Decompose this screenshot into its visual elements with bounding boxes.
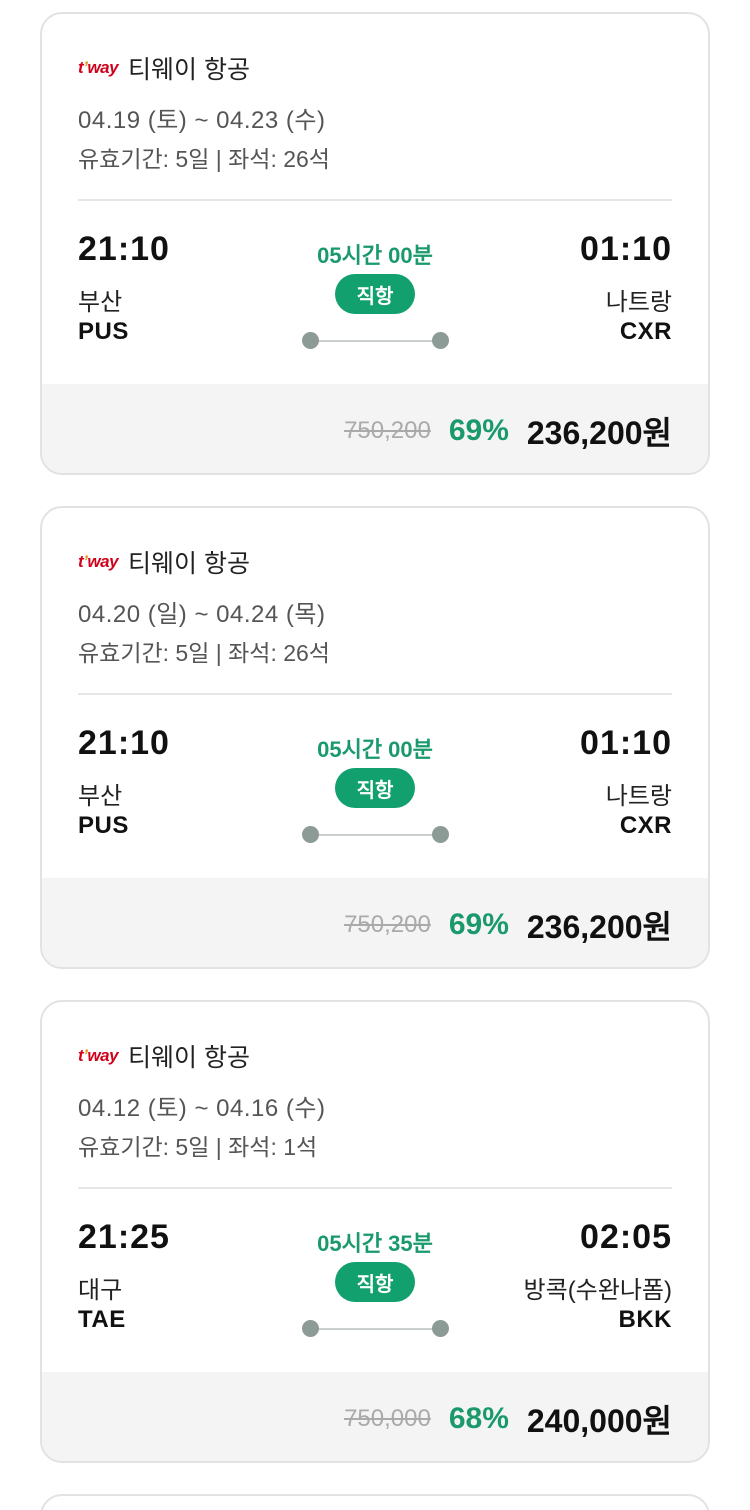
original-price: 750,200	[344, 416, 431, 444]
flight-card-body: t’way 티웨이 항공 04.12 (토) ~ 04.16 (수) 유효기간:…	[42, 1002, 708, 1372]
airline-logo: t’way	[78, 552, 119, 571]
arrival-city: 방콕(수완나폼)	[523, 1277, 672, 1304]
departure-code: PUS	[78, 812, 129, 839]
discount-rate: 68%	[448, 1401, 509, 1435]
arrival-city: 나트랑	[605, 783, 672, 810]
flight-card[interactable]: t’way 티웨이 항공 04.20 (일) ~ 04.24 (목) 유효기간:…	[40, 506, 710, 969]
flight-card[interactable]: t’way 티웨이 항공 04.12 (토) ~ 04.16 (수) 유효기간:…	[40, 1000, 710, 1463]
arrival-time: 01:10	[580, 724, 672, 762]
validity-seats: 유효기간: 5일 | 좌석: 1석	[78, 1134, 318, 1160]
departure-code: PUS	[78, 318, 129, 345]
flight-card-body: t’way 티웨이 항공 04.20 (일) ~ 04.24 (목) 유효기간:…	[42, 508, 708, 878]
discount-rate: 69%	[448, 413, 509, 447]
original-price: 750,000	[344, 1404, 431, 1432]
direct-flight-badge: 직항	[335, 274, 415, 314]
travel-dates: 04.19 (토) ~ 04.23 (수)	[78, 107, 326, 134]
price-bar: 750,200 69% 236,200원	[42, 878, 708, 967]
airline-logo: t’way	[78, 1046, 119, 1065]
departure-city: 부산	[78, 289, 123, 316]
price-bar: 750,000 68% 240,000원	[42, 1372, 708, 1461]
divider	[78, 1187, 672, 1189]
airline-row: t’way 티웨이 항공	[78, 52, 250, 84]
arrival-code: BKK	[618, 1306, 672, 1333]
airline-name: 티웨이 항공	[128, 550, 250, 578]
flight-deal-list: t’way 티웨이 항공 04.19 (토) ~ 04.23 (수) 유효기간:…	[0, 0, 750, 1510]
flight-card-partial[interactable]	[40, 1494, 710, 1510]
final-price: 236,200원	[526, 414, 672, 451]
departure-city: 부산	[78, 783, 123, 810]
route-end-dot-icon	[432, 826, 449, 843]
arrival-city: 나트랑	[605, 289, 672, 316]
departure-city: 대구	[78, 1277, 123, 1304]
route-end-dot-icon	[432, 1320, 449, 1337]
departure-time: 21:10	[78, 230, 170, 268]
route-start-dot-icon	[302, 826, 319, 843]
price-bar: 750,200 69% 236,200원	[42, 384, 708, 473]
divider	[78, 693, 672, 695]
final-price: 240,000원	[526, 1402, 672, 1439]
route-start-dot-icon	[302, 332, 319, 349]
route-line	[310, 1328, 440, 1330]
departure-time: 21:10	[78, 724, 170, 762]
validity-seats: 유효기간: 5일 | 좌석: 26석	[78, 640, 330, 666]
airline-name: 티웨이 항공	[128, 1044, 250, 1072]
departure-code: TAE	[78, 1306, 126, 1333]
direct-flight-badge: 직항	[335, 1262, 415, 1302]
original-price: 750,200	[344, 910, 431, 938]
airline-logo: t’way	[78, 58, 119, 77]
validity-seats: 유효기간: 5일 | 좌석: 26석	[78, 146, 330, 172]
divider	[78, 199, 672, 201]
flight-duration: 05시간 00분	[317, 737, 433, 762]
route-end-dot-icon	[432, 332, 449, 349]
flight-duration: 05시간 00분	[317, 243, 433, 268]
arrival-time: 01:10	[580, 230, 672, 268]
airline-name: 티웨이 항공	[128, 56, 250, 84]
route-line	[310, 834, 440, 836]
final-price: 236,200원	[526, 908, 672, 945]
arrival-time: 02:05	[580, 1218, 672, 1256]
flight-card[interactable]: t’way 티웨이 항공 04.19 (토) ~ 04.23 (수) 유효기간:…	[40, 12, 710, 475]
travel-dates: 04.20 (일) ~ 04.24 (목)	[78, 601, 326, 628]
airline-row: t’way 티웨이 항공	[78, 546, 250, 578]
travel-dates: 04.12 (토) ~ 04.16 (수)	[78, 1095, 326, 1122]
direct-flight-badge: 직항	[335, 768, 415, 808]
discount-rate: 69%	[448, 907, 509, 941]
arrival-code: CXR	[619, 812, 672, 839]
flight-card-body: t’way 티웨이 항공 04.19 (토) ~ 04.23 (수) 유효기간:…	[42, 14, 708, 384]
flight-duration: 05시간 35분	[317, 1231, 433, 1256]
route-line	[310, 340, 440, 342]
arrival-code: CXR	[619, 318, 672, 345]
departure-time: 21:25	[78, 1218, 170, 1256]
route-start-dot-icon	[302, 1320, 319, 1337]
airline-row: t’way 티웨이 항공	[78, 1040, 250, 1072]
